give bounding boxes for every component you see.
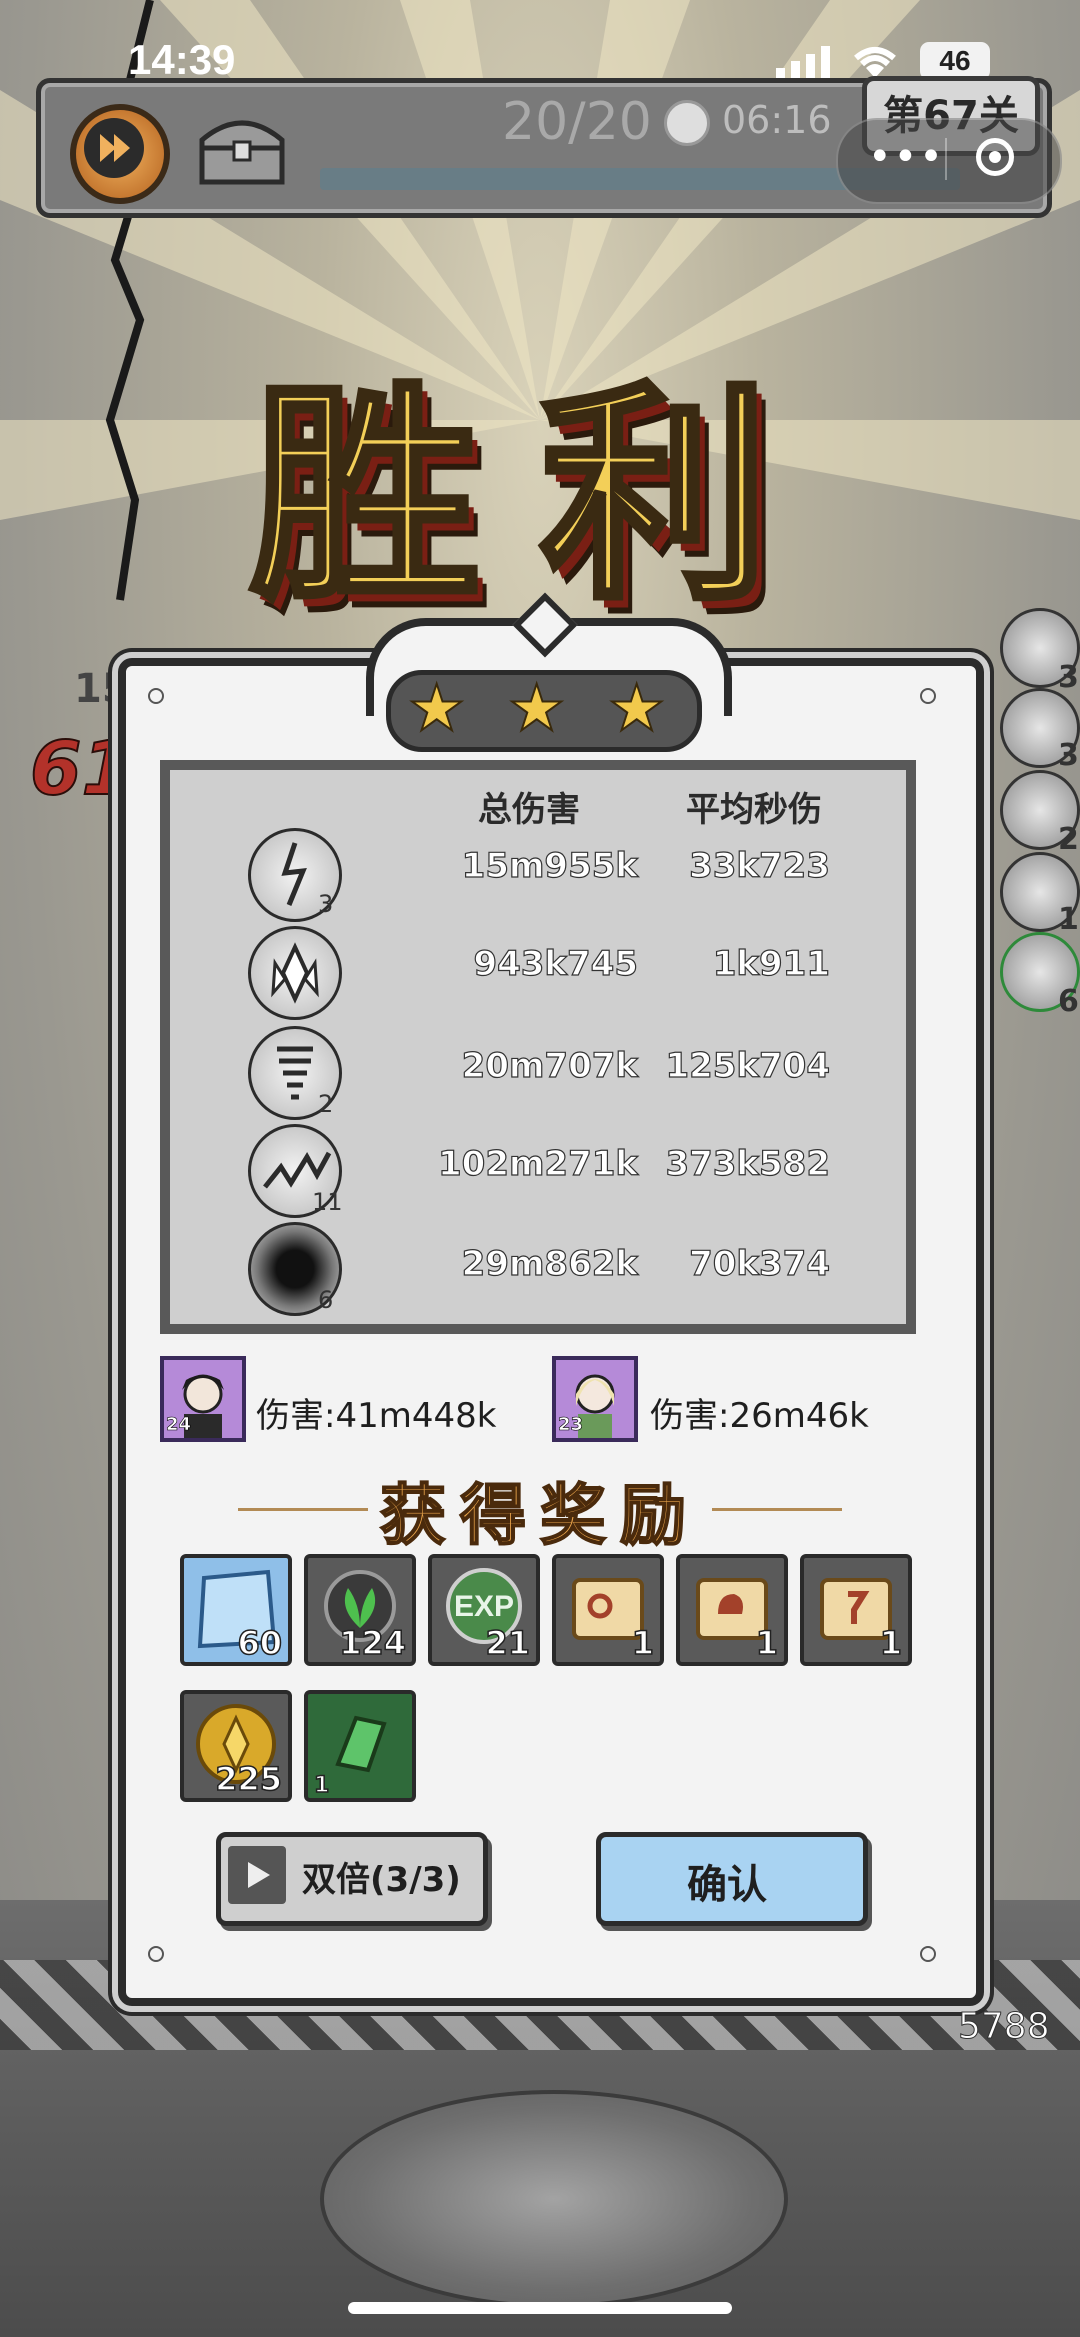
hero-level: 24 xyxy=(166,1414,192,1436)
crystal-skill-icon xyxy=(248,926,342,1020)
avg-dps: 33k723 xyxy=(688,845,830,886)
total-damage: 102m271k xyxy=(437,1143,638,1184)
panel-rivet xyxy=(148,1946,164,1962)
scroll-icon[interactable]: 1 xyxy=(800,1554,912,1666)
treasure-chest-icon[interactable] xyxy=(194,110,290,188)
scroll-icon[interactable]: 1 xyxy=(676,1554,788,1666)
fast-forward-button[interactable] xyxy=(70,104,170,204)
battle-timer: 06:16 xyxy=(722,98,832,142)
hero-level: 23 xyxy=(558,1414,584,1436)
star-icon: ★ xyxy=(607,671,666,747)
header-total-damage: 总伤害 xyxy=(478,790,580,830)
reward-quantity: 124 xyxy=(338,1623,406,1663)
reward-quantity: 225 xyxy=(214,1759,282,1799)
hero-damage: 伤害:41m448k xyxy=(256,1396,497,1436)
side-skill-count: 6 xyxy=(1058,984,1079,1019)
victory-title: 胜利 xyxy=(247,358,830,634)
confirm-label: 确认 xyxy=(687,1862,767,1908)
reward-quantity: 1 xyxy=(313,1772,330,1799)
summon-circle xyxy=(320,2090,788,2308)
total-damage: 15m955k xyxy=(461,845,639,886)
total-damage: 20m707k xyxy=(461,1045,639,1086)
green-crystal-icon[interactable]: 1 xyxy=(304,1690,416,1802)
total-damage: 29m862k xyxy=(461,1243,639,1284)
clock-icon xyxy=(664,100,710,146)
side-skill-count: 3 xyxy=(1058,738,1079,773)
reward-quantity: 21 xyxy=(485,1623,531,1663)
status-time: 14:39 xyxy=(128,36,236,83)
reward-quantity: 1 xyxy=(755,1623,779,1663)
star-icon: ★ xyxy=(407,671,466,747)
star-icon: ★ xyxy=(507,671,566,747)
avg-dps: 1k911 xyxy=(712,943,830,984)
exp-orb-icon[interactable]: EXP 21 xyxy=(428,1554,540,1666)
svg-text:EXP: EXP xyxy=(454,1590,514,1623)
header-avg-dps: 平均秒伤 xyxy=(686,790,822,830)
avg-dps: 70k374 xyxy=(688,1243,830,1284)
bottom-right-counter: 5788 xyxy=(958,2006,1051,2048)
double-reward-label: 双倍(3/3) xyxy=(302,1860,461,1900)
avg-dps: 125k704 xyxy=(665,1045,831,1086)
reward-title: 获得奖励 xyxy=(379,1475,700,1555)
skill-level: 11 xyxy=(312,1188,343,1216)
avg-dps: 373k582 xyxy=(665,1143,831,1184)
more-menu-icon[interactable]: ••• xyxy=(868,134,945,180)
panel-rivet xyxy=(920,1946,936,1962)
home-indicator[interactable] xyxy=(348,2302,732,2314)
panel-rivet xyxy=(920,688,936,704)
gold-coin-icon[interactable]: 225 xyxy=(180,1690,292,1802)
scroll-icon[interactable]: 1 xyxy=(552,1554,664,1666)
side-skill-count: 2 xyxy=(1058,822,1079,857)
reward-quantity: 1 xyxy=(879,1623,903,1663)
total-damage: 943k745 xyxy=(473,943,639,984)
capsule-divider xyxy=(945,138,947,180)
green-plant-icon[interactable]: 124 xyxy=(304,1554,416,1666)
wifi-icon xyxy=(854,47,896,78)
skill-level: 3 xyxy=(318,890,334,918)
reward-quantity: 1 xyxy=(631,1623,655,1663)
skill-level: 2 xyxy=(318,1090,334,1118)
signal-icon xyxy=(776,46,830,78)
battery-icon: 46 xyxy=(920,42,990,80)
close-miniprogram-icon[interactable] xyxy=(976,138,1014,176)
side-skill-count: 11 xyxy=(1058,902,1080,937)
hero-damage: 伤害:26m46k xyxy=(650,1396,869,1436)
side-skill-count: 3 xyxy=(1058,660,1079,695)
wave-progress: 20/20 xyxy=(502,92,652,152)
ice-block-icon[interactable]: 60 xyxy=(180,1554,292,1666)
panel-rivet xyxy=(148,688,164,704)
fast-forward-icon xyxy=(84,118,144,178)
reward-quantity: 60 xyxy=(237,1623,283,1663)
reward-divider-right xyxy=(712,1508,842,1511)
skill-level: 6 xyxy=(318,1286,334,1314)
video-ad-icon xyxy=(228,1846,286,1904)
